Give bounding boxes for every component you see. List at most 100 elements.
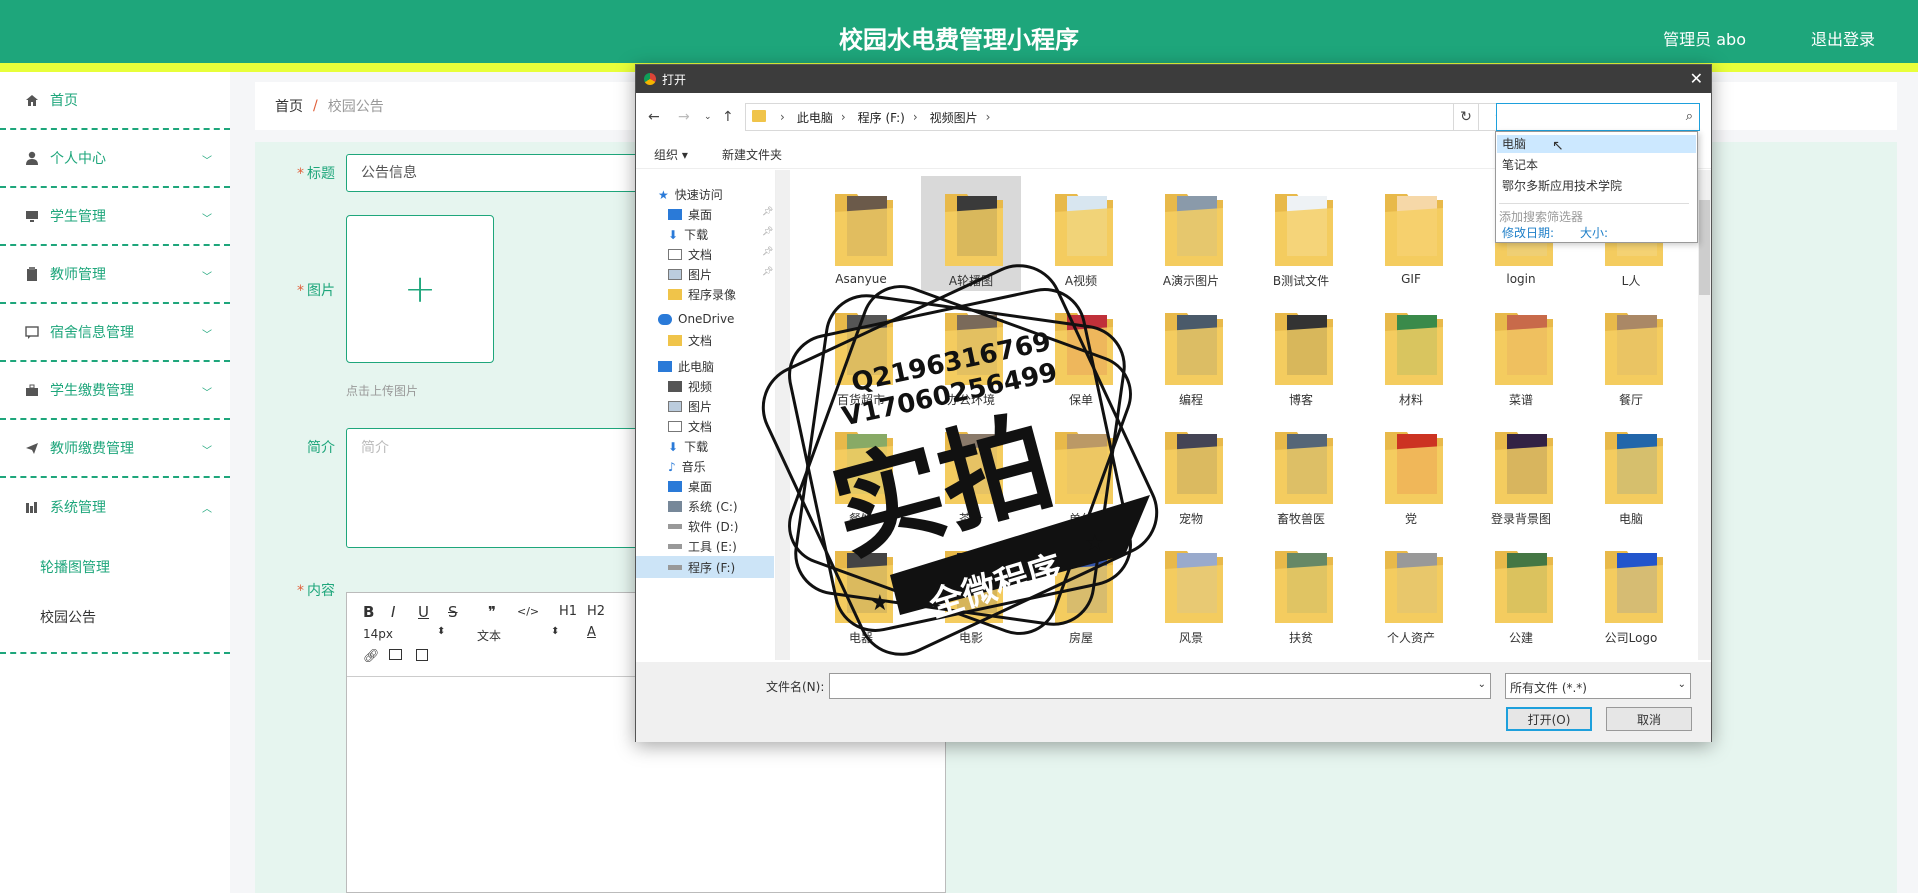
path-this-pc[interactable]: 此电脑: [797, 109, 833, 126]
font-size-select[interactable]: 14px: [363, 627, 393, 641]
sidebar-item-teacher-payment[interactable]: 教师缴费管理 ﹀: [0, 420, 230, 478]
nav-documents[interactable]: 文档: [668, 246, 712, 263]
h1-button[interactable]: H1: [559, 604, 577, 619]
nav-scrollbar[interactable]: [776, 170, 790, 660]
sidebar-item-dorm[interactable]: 宿舍信息管理 ﹀: [0, 304, 230, 362]
suggestion-item[interactable]: 电脑: [1497, 135, 1696, 153]
file-item[interactable]: 登录背景图: [1471, 414, 1571, 529]
file-item[interactable]: 电脑: [1581, 414, 1681, 529]
file-item[interactable]: 办公环境: [921, 295, 1021, 410]
font-select[interactable]: 文本: [477, 627, 501, 644]
image-icon[interactable]: [389, 649, 402, 660]
sidebar-item-system[interactable]: 系统管理 ︿: [0, 478, 230, 536]
nav-downloads[interactable]: ⬇ 下载: [668, 226, 708, 243]
file-item[interactable]: 电影: [921, 533, 1021, 648]
cancel-button[interactable]: 取消: [1606, 707, 1692, 731]
new-folder-button[interactable]: 新建文件夹: [722, 146, 782, 163]
font-color-icon[interactable]: A: [587, 625, 596, 640]
file-item[interactable]: 茶叶: [921, 414, 1021, 529]
image-upload-button[interactable]: +: [346, 215, 494, 363]
up-arrow-icon[interactable]: ↑: [722, 109, 734, 125]
file-item[interactable]: 公建: [1471, 533, 1571, 648]
link-icon[interactable]: 🔗︎: [363, 649, 380, 664]
quote-button[interactable]: ❞: [488, 603, 496, 621]
file-list-scrollbar[interactable]: [1698, 170, 1711, 660]
file-item[interactable]: 个人资产: [1361, 533, 1461, 648]
breadcrumb-home[interactable]: 首页: [275, 96, 303, 116]
h2-button[interactable]: H2: [587, 604, 605, 619]
nav-drive-e[interactable]: 工具 (E:): [668, 538, 737, 555]
sidebar-item-home[interactable]: 首页: [0, 72, 230, 130]
nav-pc-downloads[interactable]: ⬇ 下载: [668, 438, 708, 455]
nav-drive-c[interactable]: 系统 (C:): [668, 498, 738, 515]
file-item[interactable]: A轮播图: [921, 176, 1021, 291]
file-item[interactable]: 材料: [1361, 295, 1461, 410]
nav-quick-access[interactable]: ★ 快速访问: [658, 186, 723, 203]
sidebar-item-announcement[interactable]: 校园公告: [0, 592, 230, 642]
title-input[interactable]: 公告信息: [346, 154, 646, 192]
file-item[interactable]: 单位: [1031, 414, 1131, 529]
bold-button[interactable]: B: [363, 603, 374, 621]
nav-recordings[interactable]: 程序录像: [668, 286, 736, 303]
filetype-select[interactable]: 所有文件 (*.*) ⌄: [1505, 673, 1691, 699]
file-item[interactable]: 扶贫: [1251, 533, 1351, 648]
sidebar-item-students[interactable]: 学生管理 ﹀: [0, 188, 230, 246]
suggestion-item[interactable]: 笔记本: [1502, 156, 1538, 173]
nav-pc-desktop[interactable]: 桌面: [668, 478, 712, 495]
scroll-thumb[interactable]: [1699, 200, 1710, 295]
file-item[interactable]: 餐厅: [1581, 295, 1681, 410]
nav-videos[interactable]: 视频: [668, 378, 712, 395]
file-item[interactable]: 编程: [1141, 295, 1241, 410]
file-item[interactable]: 菜谱: [1471, 295, 1571, 410]
code-button[interactable]: </>: [517, 605, 539, 618]
video-icon[interactable]: [416, 649, 428, 661]
file-item[interactable]: 电器: [811, 533, 911, 648]
close-icon[interactable]: ✕: [1690, 69, 1703, 88]
nav-desktop[interactable]: 桌面: [668, 206, 712, 223]
file-item[interactable]: 畜牧兽医: [1251, 414, 1351, 529]
nav-pc-documents[interactable]: 文档: [668, 418, 712, 435]
underline-button[interactable]: U: [418, 603, 429, 621]
sidebar-item-profile[interactable]: 个人中心 ﹀: [0, 130, 230, 188]
sidebar-item-teachers[interactable]: 教师管理 ﹀: [0, 246, 230, 304]
file-item[interactable]: 博客: [1251, 295, 1351, 410]
refresh-icon[interactable]: ↻: [1453, 103, 1479, 131]
nav-onedrive-documents[interactable]: 文档: [668, 332, 712, 349]
file-item[interactable]: A视频: [1031, 176, 1131, 291]
filename-input[interactable]: ⌄: [829, 673, 1491, 699]
nav-onedrive[interactable]: OneDrive: [658, 312, 734, 326]
search-input[interactable]: ⌕: [1496, 103, 1700, 131]
logout-link[interactable]: 退出登录: [1811, 26, 1875, 50]
file-item[interactable]: Asanyue: [811, 176, 911, 291]
intro-textarea[interactable]: 简介: [346, 428, 646, 548]
file-item[interactable]: 宠物: [1141, 414, 1241, 529]
italic-button[interactable]: I: [391, 603, 395, 621]
nav-pc-pictures[interactable]: 图片: [668, 398, 712, 415]
nav-music[interactable]: ♪ 音乐: [668, 458, 706, 475]
nav-this-pc[interactable]: 此电脑: [658, 358, 714, 375]
forward-arrow-icon[interactable]: →: [678, 109, 690, 125]
suggestion-item[interactable]: 鄂尔多斯应用技术学院: [1502, 177, 1622, 194]
file-item[interactable]: 党: [1361, 414, 1461, 529]
file-item[interactable]: B测试文件: [1251, 176, 1351, 291]
address-bar[interactable]: › 此电脑› 程序 (F:)› 视频图片› ⌄: [745, 103, 1509, 131]
filter-date-modified[interactable]: 修改日期:: [1502, 224, 1554, 241]
add-search-filter[interactable]: 添加搜索筛选器: [1499, 203, 1689, 225]
file-item[interactable]: 风景: [1141, 533, 1241, 648]
path-drive-f[interactable]: 程序 (F:): [858, 109, 905, 126]
nav-pictures[interactable]: 图片: [668, 266, 712, 283]
organize-menu[interactable]: 组织 ▾: [654, 146, 688, 163]
sidebar-item-carousel[interactable]: 轮播图管理: [0, 542, 230, 592]
file-item[interactable]: 房屋: [1031, 533, 1131, 648]
nav-drive-d[interactable]: 软件 (D:): [668, 518, 738, 535]
file-item[interactable]: A演示图片: [1141, 176, 1241, 291]
sidebar-item-student-payment[interactable]: 学生缴费管理 ﹀: [0, 362, 230, 420]
file-item[interactable]: 公司Logo: [1581, 533, 1681, 648]
history-chevron-icon[interactable]: ⌄: [704, 112, 712, 122]
file-item[interactable]: 百货超市: [811, 295, 911, 410]
file-item[interactable]: 餐饮: [811, 414, 911, 529]
path-video-images[interactable]: 视频图片: [930, 109, 978, 126]
open-button[interactable]: 打开(O): [1506, 707, 1592, 731]
strike-button[interactable]: S: [448, 603, 458, 621]
filter-size[interactable]: 大小:: [1580, 224, 1608, 241]
